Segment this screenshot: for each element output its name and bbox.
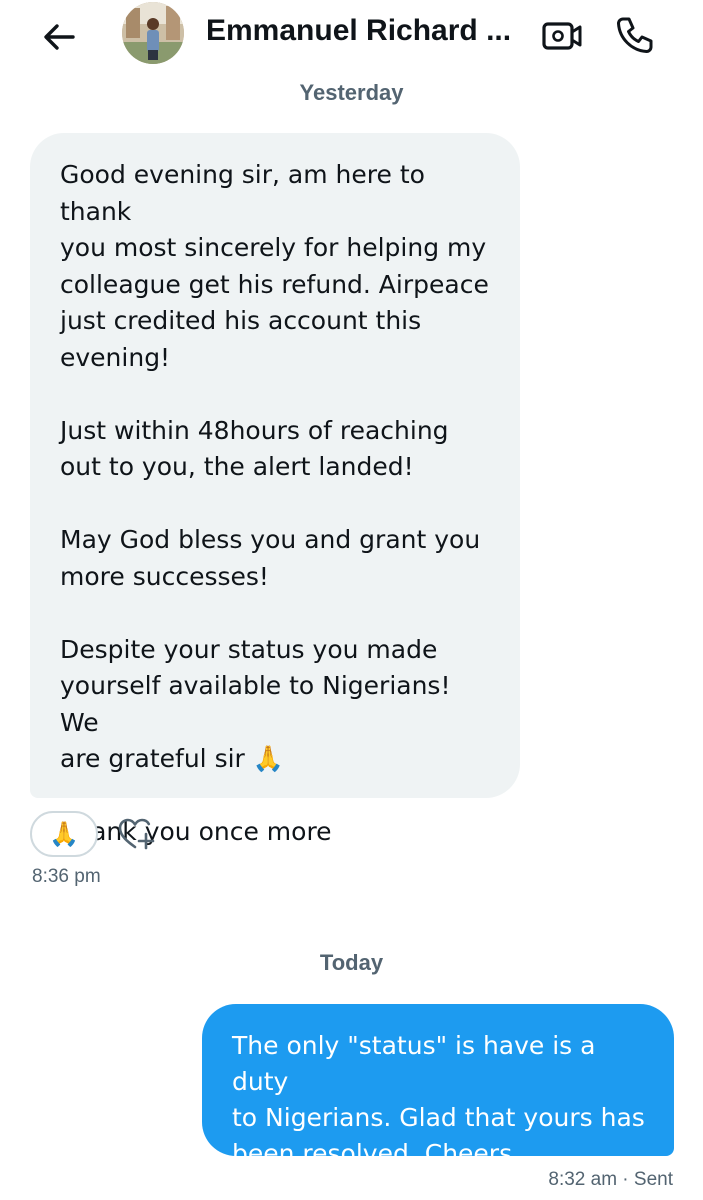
incoming-timestamp: 8:36 pm xyxy=(32,866,101,887)
date-separator-yesterday: Yesterday xyxy=(299,80,404,105)
chat-header: Emmanuel Richard ... xyxy=(0,0,703,72)
video-call-icon xyxy=(542,22,582,50)
reaction-chip[interactable]: 🙏 xyxy=(30,811,98,857)
outgoing-timestamp-status: 8:32 am · Sent xyxy=(548,1169,673,1190)
outgoing-message-text: The only "status" is have is a duty to N… xyxy=(232,1031,645,1168)
contact-name[interactable]: Emmanuel Richard ... xyxy=(206,14,511,48)
avatar[interactable] xyxy=(122,2,184,64)
arrow-left-icon xyxy=(44,24,75,50)
outgoing-message-bubble[interactable]: The only "status" is have is a duty to N… xyxy=(202,1004,674,1168)
date-separator-today: Today xyxy=(319,950,384,975)
pray-emoji: 🙏 xyxy=(49,820,79,848)
add-reaction-button[interactable] xyxy=(116,816,156,852)
incoming-message-text: Good evening sir, am here to thank you m… xyxy=(60,160,489,846)
call-button[interactable] xyxy=(612,12,658,58)
phone-icon xyxy=(617,17,653,53)
avatar-photo xyxy=(122,2,184,64)
incoming-message-bubble[interactable]: Good evening sir, am here to thank you m… xyxy=(30,133,520,846)
back-button[interactable] xyxy=(38,16,80,58)
video-call-button[interactable] xyxy=(540,14,584,58)
heart-plus-icon xyxy=(118,818,155,850)
